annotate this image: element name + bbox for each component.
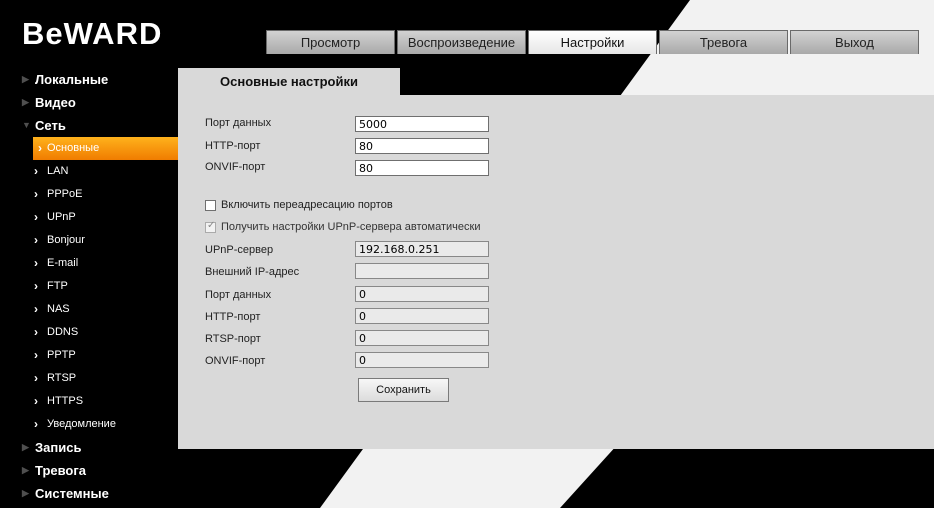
sidebar-item-bonjour[interactable]: › Bonjour (0, 229, 178, 252)
checkbox-checked-icon (205, 220, 216, 233)
sidebar-item-nas[interactable]: › NAS (0, 298, 178, 321)
sidebar-item-label: Уведомление (47, 418, 116, 430)
checkbox-unchecked-icon (205, 199, 216, 211)
chevron-right-icon: › (34, 210, 38, 224)
sidebar-item-video[interactable]: ▶ Видео (0, 91, 178, 114)
external-ip-label: Внешний IP-адрес (205, 266, 300, 278)
chevron-right-icon: › (34, 417, 38, 431)
upnp-server-label: UPnP-сервер (205, 244, 274, 256)
sidebar-item-label: HTTPS (47, 395, 84, 407)
caret-down-icon: ▼ (22, 120, 31, 130)
tab-playback[interactable]: Воспроизведение (397, 30, 526, 54)
tab-view[interactable]: Просмотр (266, 30, 395, 54)
beward-logo: BeWARD (22, 16, 163, 51)
ext-data-port-label: Порт данных (205, 289, 272, 301)
sidebar-item-label: NAS (47, 303, 70, 315)
sidebar-item-local[interactable]: ▶ Локальные (0, 68, 178, 91)
ext-onvif-port-input[interactable] (355, 352, 489, 368)
chevron-right-icon: › (34, 325, 38, 339)
sidebar-item-ftp[interactable]: › FTP (0, 275, 178, 298)
caret-right-icon: ▶ (22, 465, 29, 475)
sidebar-item-pptp[interactable]: › PPTP (0, 344, 178, 367)
sidebar-item-upnp[interactable]: › UPnP (0, 206, 178, 229)
content-tab-basic-settings[interactable]: Основные настройки (178, 68, 400, 95)
caret-right-icon: ▶ (22, 97, 29, 107)
ext-onvif-port-label: ONVIF-порт (205, 355, 266, 367)
tab-settings[interactable]: Настройки (528, 30, 657, 54)
sidebar-item-system[interactable]: ▶ Системные (0, 482, 178, 505)
data-port-input[interactable] (355, 116, 489, 132)
sidebar-item-label: RTSP (47, 372, 77, 384)
upnp-auto-label: Получить настройки UPnP-сервера автомати… (221, 221, 481, 233)
caret-right-icon: ▶ (22, 442, 29, 452)
chevron-right-icon: › (34, 371, 38, 385)
ext-rtsp-port-label: RTSP-порт (205, 333, 261, 345)
http-port-input[interactable] (355, 138, 489, 154)
app-frame: BeWARD Просмотр Воспроизведение Настройк… (0, 0, 934, 508)
chevron-right-icon: › (34, 233, 38, 247)
sidebar-item-lan[interactable]: › LAN (0, 160, 178, 183)
top-tabs: Просмотр Воспроизведение Настройки Трево… (266, 30, 921, 54)
onvif-port-input[interactable] (355, 160, 489, 176)
sidebar-item-basic[interactable]: › Основные (33, 137, 178, 160)
sidebar-item-label: Основные (47, 142, 100, 154)
chevron-right-icon: › (34, 348, 38, 362)
sidebar-item-label: E-mail (47, 257, 79, 269)
sidebar-item-label: DDNS (47, 326, 79, 338)
external-ip-input[interactable] (355, 263, 489, 279)
sidebar-item-notification[interactable]: › Уведомление (0, 413, 178, 436)
chevron-right-icon: › (34, 394, 38, 408)
caret-right-icon: ▶ (22, 488, 29, 498)
data-port-label: Порт данных (205, 117, 272, 129)
sidebar-item-https[interactable]: › HTTPS (0, 390, 178, 413)
http-port-label: HTTP-порт (205, 140, 261, 152)
ext-rtsp-port-input[interactable] (355, 330, 489, 346)
tab-logout[interactable]: Выход (790, 30, 919, 54)
chevron-right-icon: › (34, 279, 38, 293)
sidebar-item-label: Локальные (35, 72, 109, 87)
upnp-auto-checkbox[interactable]: Получить настройки UPnP-сервера автомати… (205, 220, 481, 233)
sidebar-item-email[interactable]: › E-mail (0, 252, 178, 275)
sidebar-item-rtsp[interactable]: › RTSP (0, 367, 178, 390)
ext-http-port-label: HTTP-порт (205, 311, 261, 323)
chevron-right-icon: › (34, 256, 38, 270)
sidebar: ▶ Локальные ▶ Видео ▼ Сеть › Основные › … (0, 68, 178, 505)
sidebar-item-label: Запись (35, 440, 82, 455)
upnp-server-input[interactable] (355, 241, 489, 257)
chevron-right-icon: › (34, 187, 38, 201)
sidebar-item-network[interactable]: ▼ Сеть (0, 114, 178, 137)
sidebar-item-label: FTP (47, 280, 68, 292)
sidebar-item-label: Видео (35, 95, 76, 110)
chevron-right-icon: › (34, 302, 38, 316)
port-forwarding-checkbox[interactable]: Включить переадресацию портов (205, 199, 393, 211)
chevron-right-icon: › (38, 141, 42, 155)
ext-data-port-input[interactable] (355, 286, 489, 302)
save-button[interactable]: Сохранить (358, 378, 449, 402)
chevron-right-icon: › (34, 164, 38, 178)
sidebar-item-label: Системные (35, 486, 109, 501)
onvif-port-label: ONVIF-порт (205, 161, 266, 173)
sidebar-item-label: Тревога (35, 463, 87, 478)
sidebar-item-ddns[interactable]: › DDNS (0, 321, 178, 344)
sidebar-item-label: Bonjour (47, 234, 85, 246)
ext-http-port-input[interactable] (355, 308, 489, 324)
sidebar-item-label: PPTP (47, 349, 76, 361)
sidebar-item-label: LAN (47, 165, 69, 177)
sidebar-item-record[interactable]: ▶ Запись (0, 436, 178, 459)
sidebar-item-label: UPnP (47, 211, 76, 223)
tab-alarm[interactable]: Тревога (659, 30, 788, 54)
port-forwarding-label: Включить переадресацию портов (221, 199, 393, 211)
sidebar-item-pppoe[interactable]: › PPPoE (0, 183, 178, 206)
caret-right-icon: ▶ (22, 74, 29, 84)
sidebar-item-label: PPPoE (47, 188, 83, 200)
sidebar-item-alarm[interactable]: ▶ Тревога (0, 459, 178, 482)
sidebar-item-label: Сеть (35, 118, 66, 133)
